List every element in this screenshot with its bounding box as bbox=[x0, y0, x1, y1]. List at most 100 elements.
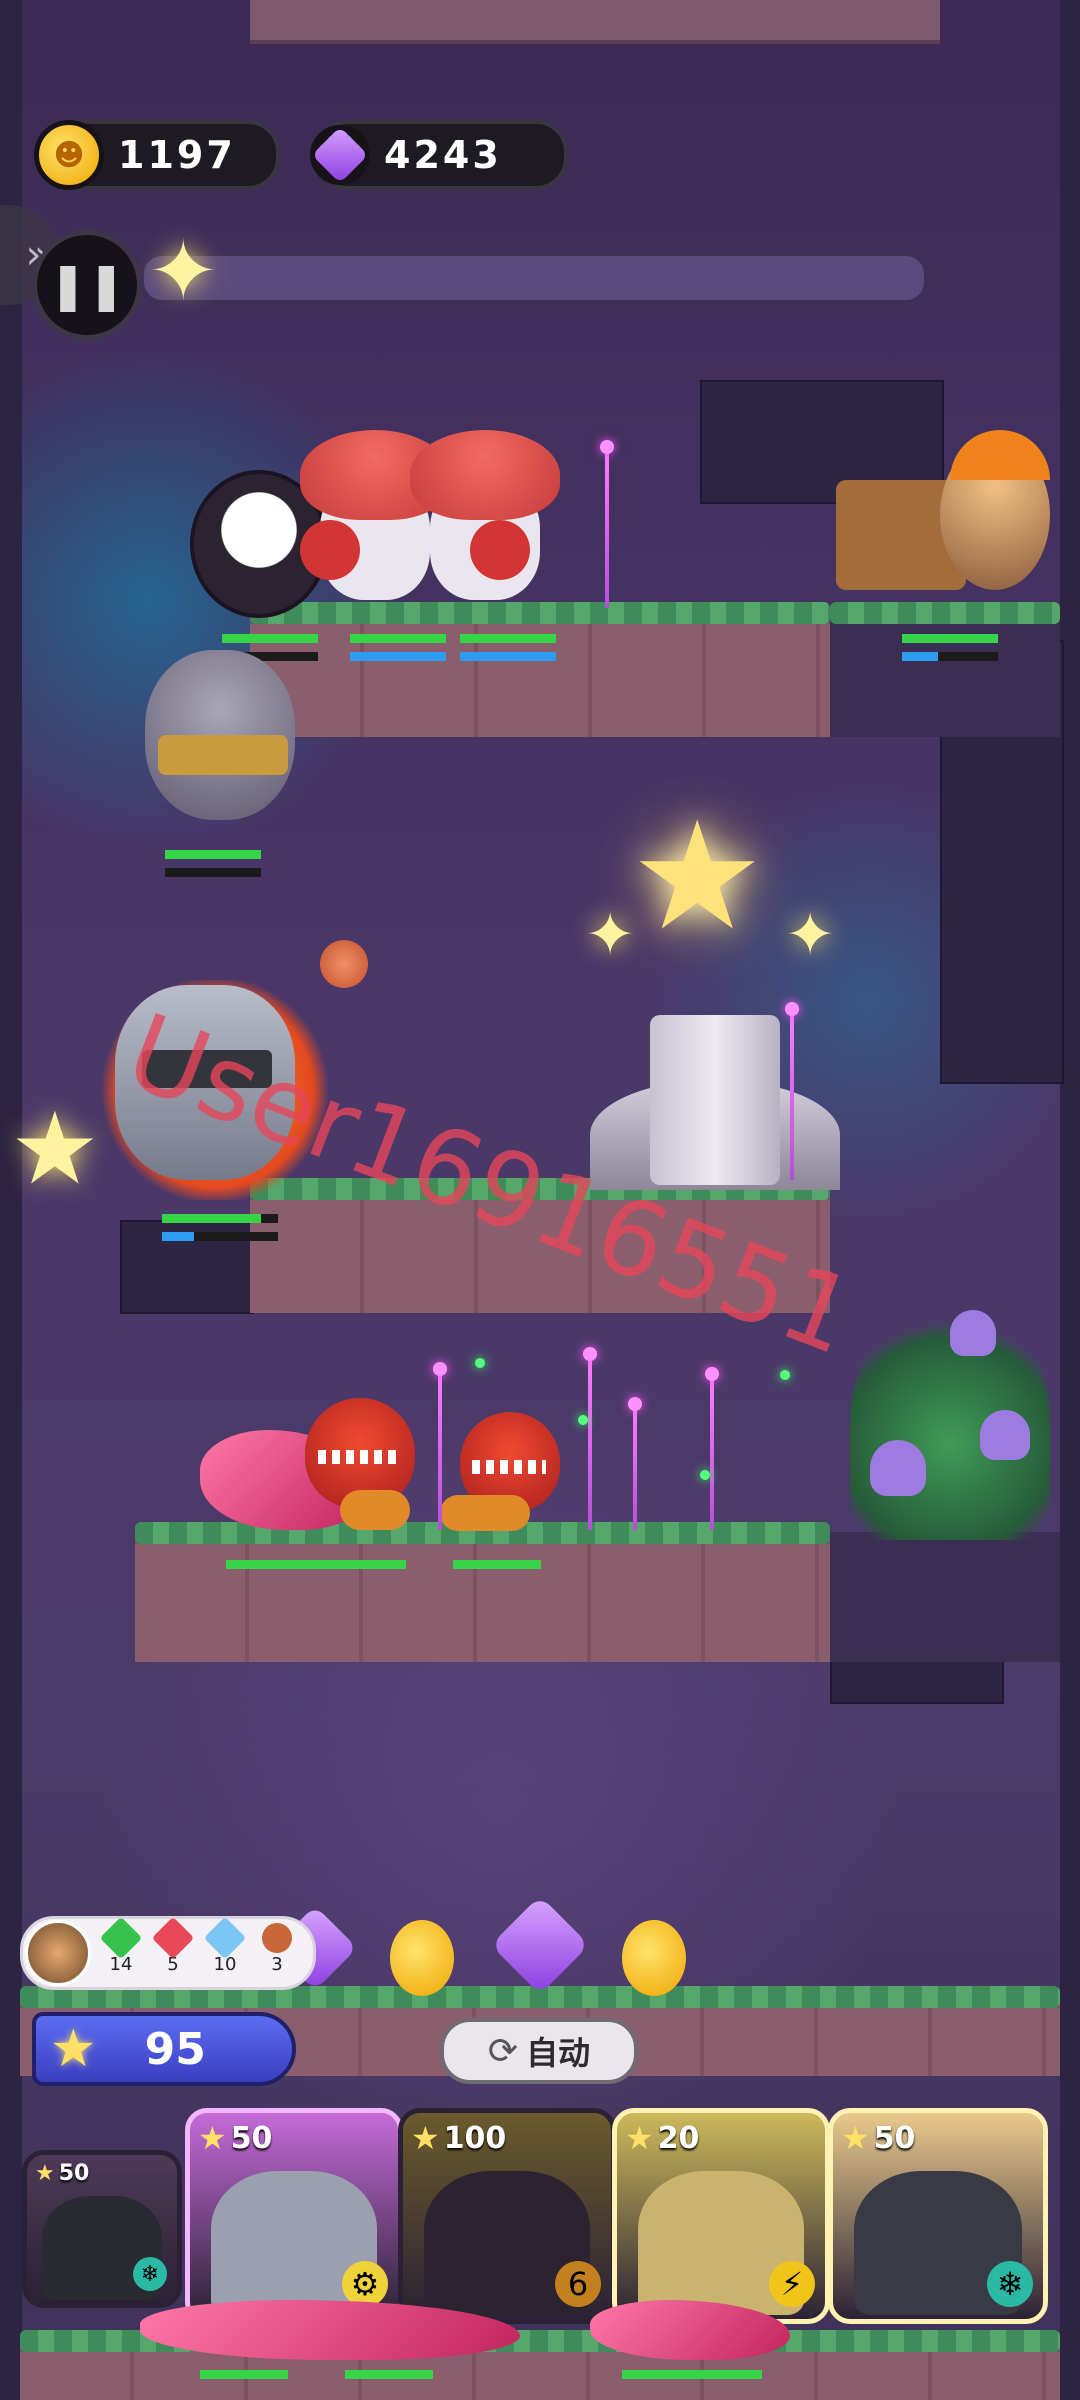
plant-coil bbox=[440, 1495, 530, 1531]
health-bar bbox=[350, 634, 446, 643]
health-bar bbox=[222, 634, 318, 643]
gold-counter: ☻ 1197 bbox=[34, 120, 280, 190]
sparkle-icon: ✦ bbox=[585, 900, 636, 970]
glow-stalk bbox=[600, 440, 614, 608]
health-bar bbox=[162, 1214, 278, 1223]
gold-coin-icon: ☻ bbox=[34, 120, 104, 190]
sparkle-icon: ✦ bbox=[785, 900, 836, 970]
mana-bar bbox=[350, 652, 446, 661]
gold-coin-drop-icon[interactable] bbox=[390, 1920, 454, 1996]
health-bar bbox=[622, 2370, 762, 2379]
green-spark bbox=[700, 1470, 710, 1480]
element-icon: ❄ bbox=[987, 2261, 1033, 2307]
cost-star-icon: ★ bbox=[198, 2119, 227, 2157]
gold-amount: 1197 bbox=[118, 133, 236, 177]
health-bar bbox=[902, 634, 998, 643]
resource-items: 14 5 10 3 bbox=[95, 1916, 303, 1975]
energy-star-icon: ★ bbox=[50, 2019, 97, 2079]
auto-button[interactable]: ⟳ 自动 bbox=[440, 2018, 638, 2084]
resource-item: 10 bbox=[199, 1916, 251, 1975]
boxing-glove bbox=[300, 520, 360, 580]
glow-stalk bbox=[628, 1397, 642, 1530]
right-wall bbox=[1060, 0, 1080, 2400]
bellflower-bloom bbox=[950, 1310, 996, 1356]
cost-star-icon: ★ bbox=[411, 2119, 440, 2157]
miner-avatar bbox=[25, 1920, 91, 1986]
card-hamster-armor[interactable]: ★ 20 ⚡ bbox=[612, 2108, 830, 2324]
gem-counter: 4243 bbox=[310, 120, 568, 190]
glow-stalk bbox=[785, 1002, 799, 1180]
pedestal-pillar bbox=[650, 1015, 780, 1185]
glow-stalk bbox=[705, 1367, 719, 1530]
energy-counter: ★ 95 bbox=[32, 2012, 296, 2086]
refresh-icon: ⟳ bbox=[487, 2030, 519, 2072]
pause-button[interactable]: ❚❚ bbox=[32, 230, 142, 340]
card-cost-value: 50 bbox=[873, 2120, 916, 2156]
element-icon: 6 bbox=[555, 2261, 601, 2307]
armor-belt bbox=[158, 735, 288, 775]
card-knight[interactable]: ★ 50 ⚙ bbox=[185, 2108, 403, 2324]
card-cost-value: 50 bbox=[58, 2161, 90, 2186]
pause-icon: ❚❚ bbox=[48, 258, 126, 312]
glow-stalk bbox=[433, 1362, 447, 1530]
card-cost: ★ 50 bbox=[35, 2161, 89, 2186]
wave-progress-bar bbox=[140, 252, 928, 304]
element-icon: ⚙ bbox=[342, 2261, 388, 2307]
blue-gem-icon bbox=[203, 1916, 247, 1960]
green-spark bbox=[578, 1415, 588, 1425]
plant-teeth bbox=[472, 1460, 546, 1474]
health-bar bbox=[453, 1560, 541, 1569]
gold-coin-drop-icon[interactable] bbox=[622, 1920, 686, 1996]
card-cost: ★ 100 bbox=[411, 2119, 506, 2157]
card-cost: ★ 20 bbox=[625, 2119, 699, 2157]
health-bar bbox=[165, 850, 261, 859]
platform-3 bbox=[135, 1522, 830, 1662]
card-cost-value: 50 bbox=[230, 2120, 273, 2156]
auto-button-label: 自动 bbox=[526, 2034, 591, 2072]
collected-resources-panel: 14 5 10 3 bbox=[20, 1916, 316, 1990]
bellflower-bloom bbox=[980, 1410, 1030, 1460]
plant-coil bbox=[340, 1490, 410, 1530]
resource-item: 3 bbox=[251, 1919, 303, 1975]
energy-value: 95 bbox=[144, 2023, 206, 2075]
meat-icon bbox=[262, 1923, 292, 1953]
glow-stalk bbox=[583, 1347, 597, 1530]
goal-star-icon: ★ bbox=[630, 790, 765, 964]
spawn-star-icon: ★ bbox=[10, 1090, 100, 1207]
card-panda-warrior[interactable]: ★ 100 6 bbox=[398, 2108, 616, 2324]
resource-count: 3 bbox=[271, 1954, 283, 1975]
card-penguin-chef-small[interactable]: ★ 50 ❄ bbox=[22, 2150, 182, 2308]
platform-1-right bbox=[830, 602, 1060, 737]
gem-amount: 4243 bbox=[384, 133, 502, 177]
element-icon: ⚡ bbox=[769, 2261, 815, 2307]
green-gem-icon bbox=[99, 1916, 143, 1960]
mana-bar bbox=[902, 652, 998, 661]
green-spark bbox=[780, 1370, 790, 1380]
platform-floor bbox=[20, 2330, 1060, 2400]
card-cost: ★ 50 bbox=[841, 2119, 915, 2157]
green-spark bbox=[475, 1358, 485, 1368]
card-penguin-chef[interactable]: ★ 50 ❄ bbox=[828, 2108, 1048, 2324]
bellflower-bloom bbox=[870, 1440, 926, 1496]
health-bar bbox=[200, 2370, 288, 2379]
mana-bar bbox=[460, 652, 556, 661]
mushroom-fighter-cap bbox=[410, 430, 560, 520]
element-icon: ❄ bbox=[133, 2257, 167, 2291]
card-cost-value: 20 bbox=[657, 2120, 700, 2156]
platform-3-right bbox=[830, 1532, 1060, 1662]
health-bar bbox=[460, 634, 556, 643]
resource-item: 5 bbox=[147, 1916, 199, 1975]
mana-bar bbox=[165, 868, 261, 877]
card-cost: ★ 50 bbox=[198, 2119, 272, 2157]
purple-gem-icon bbox=[310, 125, 370, 185]
plant-teeth bbox=[318, 1450, 398, 1464]
health-bar bbox=[226, 1560, 406, 1569]
platform-1 bbox=[250, 602, 830, 737]
ceiling-platform bbox=[250, 0, 940, 44]
red-gem-icon bbox=[151, 1916, 195, 1960]
progress-star-icon: ✦ bbox=[148, 222, 219, 320]
mana-bar bbox=[162, 1232, 278, 1241]
health-bar bbox=[345, 2370, 433, 2379]
card-cost-value: 100 bbox=[443, 2120, 507, 2156]
cost-star-icon: ★ bbox=[841, 2119, 870, 2157]
